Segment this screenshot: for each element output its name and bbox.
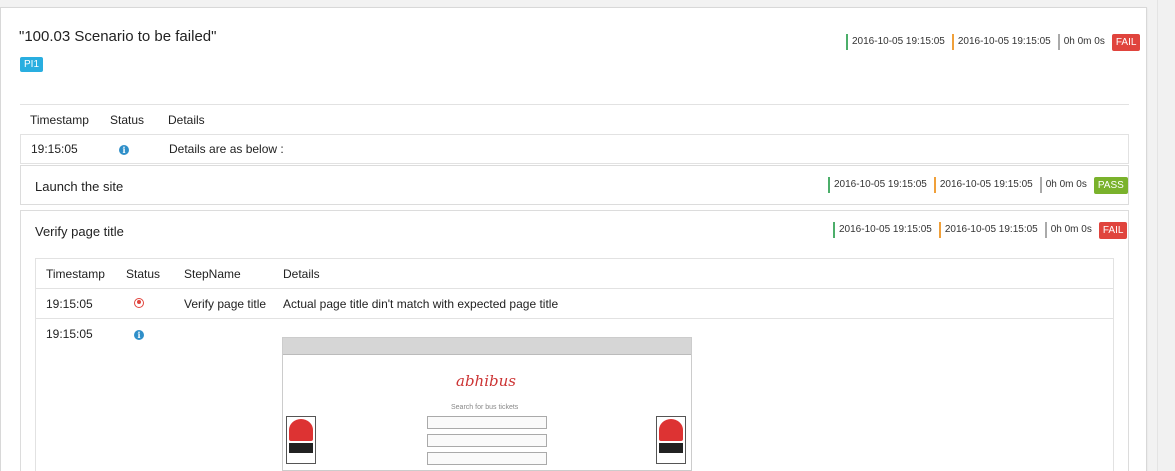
start-time: 2016-10-05 19:15:05 xyxy=(833,222,936,238)
table-header: Timestamp Status Details xyxy=(20,105,1129,134)
screenshot-navbar xyxy=(283,338,691,355)
end-time: 2016-10-05 19:15:05 xyxy=(951,34,1055,50)
screenshot-subtitle: Search for bus tickets xyxy=(451,404,519,411)
header-details: Details xyxy=(283,266,320,281)
node-title[interactable]: Launch the site xyxy=(35,179,123,194)
row-timestamp: 19:15:05 xyxy=(46,327,93,341)
header-status: Status xyxy=(110,112,145,127)
node-meta: 2016-10-05 19:15:05 2016-10-05 19:15:05 … xyxy=(833,221,1128,239)
screenshot-ad xyxy=(286,416,316,464)
duration: 0h 0m 0s xyxy=(1057,34,1109,50)
info-icon: i xyxy=(119,145,129,155)
error-icon xyxy=(134,297,144,308)
test-title: "100.03 Scenario to be failed" xyxy=(19,28,217,45)
status-badge: FAIL xyxy=(1098,221,1128,239)
node-launch-site[interactable]: Launch the site 2016-10-05 19:15:05 2016… xyxy=(20,165,1129,205)
log-table: Timestamp Status Details 19:15:05 i Deta… xyxy=(20,104,1129,164)
screenshot-input xyxy=(427,434,547,447)
table-row: 19:15:05 i Details are as below : xyxy=(20,134,1129,164)
screenshot-input xyxy=(427,452,547,465)
row-details: Details are as below : xyxy=(169,142,284,156)
node-meta: 2016-10-05 19:15:05 2016-10-05 19:15:05 … xyxy=(828,176,1128,194)
screenshot-ad xyxy=(656,416,686,464)
header-timestamp: Timestamp xyxy=(30,112,89,127)
info-icon: i xyxy=(134,330,144,340)
header-timestamp: Timestamp xyxy=(46,266,105,281)
row-stepname: Verify page title xyxy=(184,296,267,311)
row-details: Actual page title din't match with expec… xyxy=(283,296,559,311)
test-meta: 2016-10-05 19:15:05 2016-10-05 19:15:05 … xyxy=(846,33,1141,51)
status-badge: PASS xyxy=(1093,176,1128,194)
end-time: 2016-10-05 19:15:05 xyxy=(938,222,1042,238)
scrollbar[interactable] xyxy=(1157,0,1175,471)
row-timestamp: 19:15:05 xyxy=(31,142,78,156)
duration: 0h 0m 0s xyxy=(1044,222,1096,238)
screenshot-input xyxy=(427,416,547,429)
start-time: 2016-10-05 19:15:05 xyxy=(846,34,949,50)
node-title[interactable]: Verify page title xyxy=(35,224,124,239)
header-details: Details xyxy=(168,112,205,127)
header-stepname: StepName xyxy=(184,266,241,281)
header-status: Status xyxy=(126,266,161,281)
row-timestamp: 19:15:05 xyxy=(46,296,93,311)
duration: 0h 0m 0s xyxy=(1039,177,1091,193)
screenshot-image[interactable]: abhibus Search for bus tickets xyxy=(282,337,692,471)
end-time: 2016-10-05 19:15:05 xyxy=(933,177,1037,193)
start-time: 2016-10-05 19:15:05 xyxy=(828,177,931,193)
table-row: 19:15:05 Verify page title Actual page t… xyxy=(36,289,1113,319)
abhibus-logo: abhibus xyxy=(456,372,516,390)
status-badge: FAIL xyxy=(1111,33,1141,51)
category-badge[interactable]: PI1 xyxy=(20,57,44,72)
table-header: Timestamp Status StepName Details xyxy=(36,259,1113,289)
